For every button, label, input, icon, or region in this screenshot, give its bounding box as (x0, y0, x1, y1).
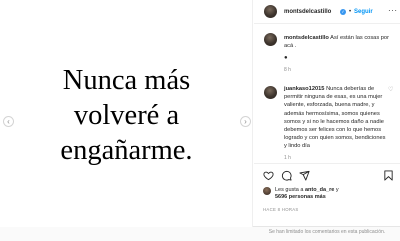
image-text-line-3: engañarme. (60, 135, 193, 166)
verified-badge-icon: ✓ (340, 8, 346, 15)
image-text-line-2: volveré a (73, 100, 180, 131)
post-image[interactable]: Nunca más volveré a engañarme. ‹ › (0, 0, 253, 227)
follow-button[interactable]: Seguir (354, 9, 373, 15)
share-icon[interactable] (299, 170, 310, 181)
post-timestamp[interactable]: HACE 8 HORAS (263, 207, 299, 212)
image-text-line-1: Nunca más (62, 65, 191, 96)
comment-icon[interactable] (281, 170, 292, 181)
likes-count[interactable]: 5696 personas más (275, 194, 326, 200)
post-image-text: Nunca más volveré a engañarme. (0, 63, 253, 168)
bookmark-icon[interactable] (383, 170, 394, 181)
author-username[interactable]: montsdelcastillo (284, 9, 331, 15)
comments-section[interactable]: montsdelcastillo Así están las cosas por… (254, 25, 400, 162)
comment-time: 1 h (284, 155, 291, 161)
caption-avatar[interactable] (264, 33, 277, 46)
post-sidebar: montsdelcastillo ✓ • Seguir ··· montsdel… (254, 0, 400, 227)
caption-emoji: ● (284, 55, 288, 61)
commenter-avatar[interactable] (264, 86, 277, 99)
caption-username[interactable]: montsdelcastillo (284, 35, 329, 41)
caption-body: montsdelcastillo Así están las cosas por… (284, 34, 394, 50)
post-header: montsdelcastillo ✓ • Seguir ··· (254, 0, 400, 24)
next-image-button[interactable]: › (240, 116, 251, 127)
likes-line-1: Les gusta a anto_da_re y (275, 187, 400, 193)
chevron-left-icon: ‹ (7, 116, 10, 126)
chevron-right-icon: › (244, 116, 247, 126)
liker-avatar (263, 187, 271, 195)
caption-time: 8 h (284, 67, 291, 73)
likes-line-2: 5696 personas más (275, 194, 400, 200)
comment-text: Nunca deberías de permitir ninguna de es… (284, 86, 386, 150)
comments-disabled-note: Se han limitado los comentarios en esta … (268, 229, 386, 235)
post-actions: Les gusta a anto_da_re y 5696 personas m… (254, 163, 400, 227)
heart-icon[interactable] (263, 170, 274, 181)
instagram-post: Nunca más volveré a engañarme. ‹ › monts… (0, 0, 400, 227)
likes-prefix: Les gusta a (275, 187, 305, 193)
likes-connector: y (334, 187, 339, 193)
commenter-username[interactable]: juankaso12015 (284, 86, 324, 92)
more-options-icon[interactable]: ··· (388, 6, 398, 15)
comment-like-heart-icon[interactable]: ♡ (388, 86, 393, 93)
author-avatar[interactable] (264, 5, 277, 18)
liker-username[interactable]: anto_da_re (305, 187, 334, 193)
header-separator: • (349, 8, 352, 15)
previous-image-button[interactable]: ‹ (3, 116, 14, 127)
comment-body: juankaso12015 Nunca deberías de permitir… (284, 85, 388, 151)
